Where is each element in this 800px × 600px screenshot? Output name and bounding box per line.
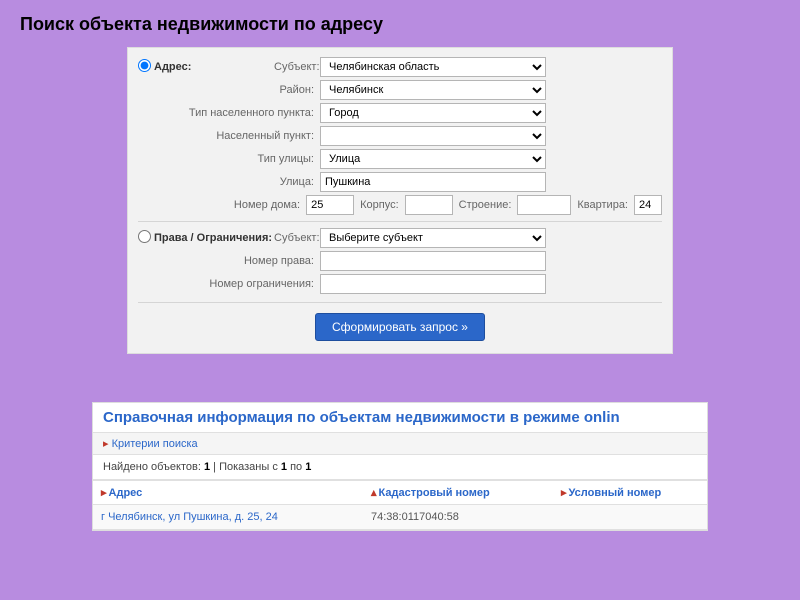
rights-subject-select[interactable]: Выберите субъект — [320, 228, 546, 248]
restriction-no-label: Номер ограничения: — [154, 278, 320, 290]
restriction-no-input[interactable] — [320, 274, 546, 294]
caret-right-icon: ▸ — [561, 487, 567, 499]
caret-right-icon: ▸ — [101, 487, 107, 499]
results-title: Справочная информация по объектам недвиж… — [93, 403, 707, 433]
caret-up-icon: ▴ — [371, 487, 377, 499]
korpus-label: Корпус: — [354, 199, 405, 211]
building-input[interactable] — [517, 195, 571, 215]
page-title: Поиск объекта недвижимости по адресу — [0, 0, 800, 47]
street-input[interactable] — [320, 172, 546, 192]
result-address-link[interactable]: г Челябинск, ул Пушкина, д. 25, 24 — [93, 505, 363, 529]
radio-rights[interactable] — [138, 230, 151, 243]
radio-address-label: Адрес: — [154, 61, 274, 73]
district-label: Район: — [154, 84, 320, 96]
result-cadastral: 74:38:0117040:58 — [363, 505, 553, 529]
street-type-label: Тип улицы: — [154, 153, 320, 165]
flat-label: Квартира: — [571, 199, 634, 211]
submit-button[interactable]: Сформировать запрос » — [315, 313, 485, 341]
caret-right-icon: ▸ — [103, 438, 109, 450]
korpus-input[interactable] — [405, 195, 453, 215]
criteria-label: Критерии поиска — [112, 438, 198, 450]
right-no-input[interactable] — [320, 251, 546, 271]
settlement-label: Населенный пункт: — [154, 130, 320, 142]
building-label: Строение: — [453, 199, 518, 211]
radio-address[interactable] — [138, 59, 151, 72]
search-form: Адрес: Субъект: Челябинская область Райо… — [127, 47, 673, 354]
criteria-toggle[interactable]: ▸ Критерии поиска — [93, 433, 707, 455]
rights-subject-label: Субъект: — [274, 232, 320, 244]
results-header: ▸Адрес ▴Кадастровый номер ▸Условный номе… — [93, 480, 707, 505]
right-no-label: Номер права: — [154, 255, 320, 267]
found-summary: Найдено объектов: 1 | Показаны с 1 по 1 — [93, 455, 707, 480]
flat-input[interactable] — [634, 195, 662, 215]
settlement-type-label: Тип населенного пункта: — [154, 107, 320, 119]
col-address-header[interactable]: ▸Адрес — [93, 481, 363, 504]
subject-select[interactable]: Челябинская область — [320, 57, 546, 77]
street-label: Улица: — [154, 176, 320, 188]
settlement-select[interactable] — [320, 126, 546, 146]
street-type-select[interactable]: Улица — [320, 149, 546, 169]
col-conditional-header[interactable]: ▸Условный номер — [553, 481, 703, 504]
table-row: г Челябинск, ул Пушкина, д. 25, 24 74:38… — [93, 505, 707, 530]
radio-rights-label: Права / Ограничения: — [154, 232, 274, 244]
house-input[interactable] — [306, 195, 354, 215]
subject-label: Субъект: — [274, 61, 320, 73]
district-select[interactable]: Челябинск — [320, 80, 546, 100]
result-conditional — [553, 505, 703, 529]
col-cadastral-header[interactable]: ▴Кадастровый номер — [363, 481, 553, 504]
results-panel: Справочная информация по объектам недвиж… — [92, 402, 708, 531]
house-label: Номер дома: — [153, 199, 306, 211]
settlement-type-select[interactable]: Город — [320, 103, 546, 123]
